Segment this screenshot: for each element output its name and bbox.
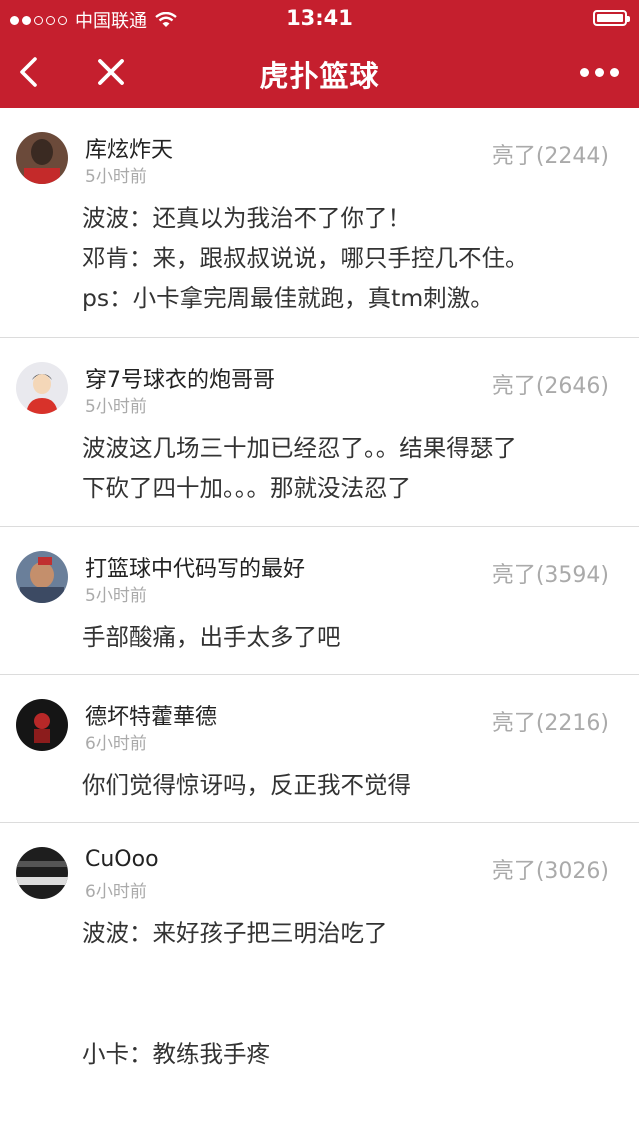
comment-item: 德坏特藿華德 6小时前 亮了(2216) 你们觉得惊讶吗，反正我不觉得 <box>0 675 639 823</box>
avatar[interactable] <box>16 132 68 184</box>
comment-item: 库炫炸天 5小时前 亮了(2244) 波波：还真以为我治不了你了！ 邓肯：来，跟… <box>0 108 639 338</box>
comment-item: 打篮球中代码写的最好 5小时前 亮了(3594) 手部酸痛，出手太多了吧 <box>0 527 639 675</box>
nav-bar: 虎扑篮球 <box>0 36 639 108</box>
comment-time: 6小时前 <box>85 734 147 754</box>
close-button[interactable] <box>92 52 130 92</box>
light-count-button[interactable]: 亮了(3026) <box>492 853 609 885</box>
status-bar: 中国联通 13:41 <box>0 0 639 36</box>
comment-content: 波波这几场三十加已经忍了。。结果得瑟了 下砍了四十加。。。那就没法忍了 <box>82 428 609 508</box>
comment-line: 波波：还真以为我治不了你了！ <box>82 204 411 232</box>
light-count-button[interactable]: 亮了(3594) <box>492 557 609 589</box>
light-count-button[interactable]: 亮了(2244) <box>492 138 609 170</box>
comment-line: 手部酸痛，出手太多了吧 <box>82 623 341 651</box>
comment-line <box>82 994 609 1034</box>
comment-line: 邓肯：来，跟叔叔说说，哪只手控几不住。 <box>82 244 529 272</box>
more-button[interactable] <box>577 58 621 86</box>
username[interactable]: 德坏特藿華德 <box>85 699 217 731</box>
comment-feed: 库炫炸天 5小时前 亮了(2244) 波波：还真以为我治不了你了！ 邓肯：来，跟… <box>0 108 639 1145</box>
avatar[interactable] <box>16 362 68 414</box>
avatar[interactable] <box>16 699 68 751</box>
avatar[interactable] <box>16 847 68 899</box>
comment-item: 穿7号球衣的炮哥哥 5小时前 亮了(2646) 波波这几场三十加已经忍了。。结果… <box>0 338 639 527</box>
comment-line: 波波这几场三十加已经忍了。。结果得瑟了 <box>82 434 517 462</box>
comment-time: 5小时前 <box>85 586 147 606</box>
comment-time: 5小时前 <box>85 397 147 417</box>
comment-line: ps：小卡拿完周最佳就跑，真tm刺激。 <box>82 284 494 312</box>
comment-time: 5小时前 <box>85 167 147 187</box>
comment-line: 你们觉得惊讶吗，反正我不觉得 <box>82 771 411 799</box>
status-time: 13:41 <box>286 6 353 30</box>
comment-time: 6小时前 <box>85 882 147 902</box>
username[interactable]: 穿7号球衣的炮哥哥 <box>85 362 275 394</box>
comment-line: 波波：来好孩子把三明治吃了 <box>82 919 388 947</box>
comment-line: 小卡：教练我手疼 <box>82 1040 270 1068</box>
comment-content: 你们觉得惊讶吗，反正我不觉得 <box>82 765 609 805</box>
chevron-left-icon <box>20 57 37 87</box>
battery-icon <box>593 10 630 26</box>
app-header: 中国联通 13:41 虎扑篮球 <box>0 0 639 108</box>
close-icon <box>98 59 124 85</box>
username[interactable]: 库炫炸天 <box>85 132 173 164</box>
avatar[interactable] <box>16 551 68 603</box>
comment-content: 波波：来好孩子把三明治吃了 小卡：教练我手疼 <box>82 913 609 1075</box>
username[interactable]: CuOoo <box>85 847 159 872</box>
comment-item: CuOoo 6小时前 亮了(3026) 波波：来好孩子把三明治吃了 小卡：教练我… <box>0 823 639 1145</box>
light-count-button[interactable]: 亮了(2216) <box>492 705 609 737</box>
comment-line: 下砍了四十加。。。那就没法忍了 <box>82 474 411 502</box>
back-button[interactable] <box>14 50 48 94</box>
comment-content: 波波：还真以为我治不了你了！ 邓肯：来，跟叔叔说说，哪只手控几不住。 ps：小卡… <box>82 198 609 318</box>
light-count-button[interactable]: 亮了(2646) <box>492 368 609 400</box>
comment-line <box>82 954 609 994</box>
comment-content: 手部酸痛，出手太多了吧 <box>82 617 609 657</box>
username[interactable]: 打篮球中代码写的最好 <box>85 551 305 583</box>
